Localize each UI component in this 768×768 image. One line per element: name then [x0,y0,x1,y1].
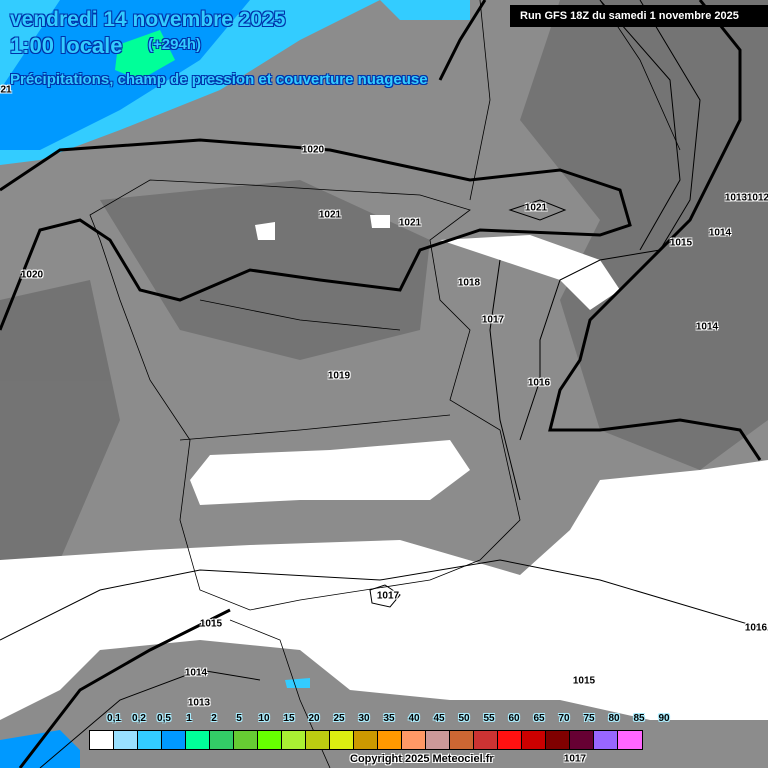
legend-label: 25 [333,713,345,724]
legend-label: 80 [608,713,620,724]
legend-label: 90 [658,713,670,724]
legend-swatch [114,731,138,749]
isobar-label: 1021 [318,209,342,221]
isobar-label: 1012 [746,192,768,204]
legend-label: 85 [633,713,645,724]
isobar-label: 1020 [20,269,44,281]
weather-map [0,0,768,768]
isobar-label: 1016 [527,377,551,389]
legend-swatch [162,731,186,749]
copyright: Copyright 2025 Meteociel.fr [350,753,494,765]
legend-label: 35 [383,713,395,724]
legend-label: 5 [236,713,242,724]
legend-label: 40 [408,713,420,724]
isobar-label: 1017 [563,753,587,765]
legend-swatch [522,731,546,749]
legend-swatch [618,731,642,749]
forecast-date: vendredi 14 novembre 2025 [10,8,286,31]
legend-swatch [426,731,450,749]
legend-label: 0,1 [107,713,121,724]
legend-label: 55 [483,713,495,724]
forecast-time: 1:00 locale [10,33,123,58]
legend-swatch [90,731,114,749]
isobar-label: 1020 [301,144,325,156]
legend-swatch [186,731,210,749]
legend-swatch [258,731,282,749]
legend-swatch [378,731,402,749]
legend-label: 30 [358,713,370,724]
legend-label: 45 [433,713,445,724]
legend-label: 1 [186,713,192,724]
isobar-label: 1017 [376,590,400,602]
legend-swatch [546,731,570,749]
precip-legend [89,730,643,750]
legend-label: 15 [283,713,295,724]
legend-swatch [234,731,258,749]
isobar-label: 1013 [187,697,211,709]
legend-swatch [330,731,354,749]
legend-swatch [450,731,474,749]
legend-label: 0,2 [132,713,146,724]
legend-label: 65 [533,713,545,724]
isobar-label: 1015 [199,618,223,630]
legend-swatch [138,731,162,749]
isobar-label: 1017 [481,314,505,326]
legend-label: 75 [583,713,595,724]
forecast-lead-time: (+294h) [148,36,201,53]
isobar-label: 1015 [669,237,693,249]
legend-swatch [354,731,378,749]
legend-label: 10 [258,713,270,724]
legend-swatch [498,731,522,749]
isobar-label: 21 [0,84,12,96]
legend-swatch [570,731,594,749]
legend-label: 50 [458,713,470,724]
legend-swatch [594,731,618,749]
isobar-label: 1014 [708,227,732,239]
legend-swatch [282,731,306,749]
legend-swatch [474,731,498,749]
isobar-label: 1021 [524,202,548,214]
run-info: Run GFS 18Z du samedi 1 novembre 2025 [510,5,768,27]
legend-label: 0,5 [157,713,171,724]
legend-swatch [210,731,234,749]
isobar-label: 1018 [457,277,481,289]
legend-label: 70 [558,713,570,724]
isobar-label: 1014 [184,667,208,679]
isobar-label: 1016 [744,622,768,634]
legend-swatch [306,731,330,749]
isobar-label: 1019 [327,370,351,382]
legend-label: 20 [308,713,320,724]
isobar-label: 1014 [695,321,719,333]
isobar-label: 1021 [398,217,422,229]
legend-swatch [402,731,426,749]
isobar-label: 1015 [572,675,596,687]
isobar-label: 1013 [724,192,748,204]
legend-label: 60 [508,713,520,724]
legend-label: 2 [211,713,217,724]
map-subtitle: Précipitations, champ de pression et cou… [10,71,428,88]
